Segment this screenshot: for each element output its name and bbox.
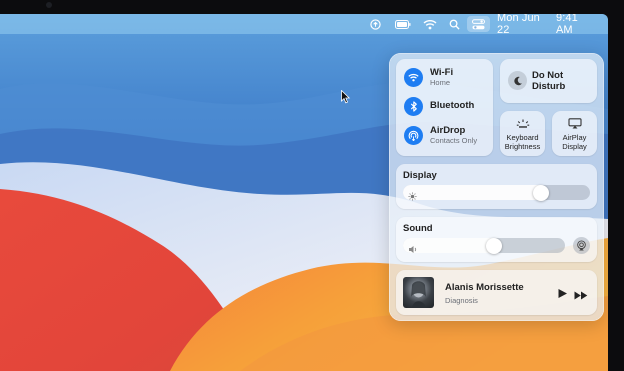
bluetooth-toggle[interactable]: Bluetooth bbox=[404, 97, 474, 116]
album-art bbox=[403, 277, 434, 308]
display-brightness-slider[interactable] bbox=[403, 184, 590, 201]
now-playing-tile[interactable]: Alanis Morissette Diagnosis bbox=[396, 270, 597, 315]
sound-volume-slider[interactable] bbox=[403, 237, 565, 254]
track-title: Diagnosis bbox=[445, 296, 478, 305]
menubar-time[interactable]: 9:41 AM bbox=[556, 14, 596, 36]
airplay-audio-icon bbox=[577, 240, 586, 251]
display-title: Display bbox=[403, 170, 437, 181]
airplay-label-line2: Display bbox=[562, 141, 587, 151]
keyboard-brightness-icon bbox=[500, 118, 545, 128]
mouse-pointer bbox=[341, 89, 351, 109]
bluetooth-icon bbox=[404, 97, 423, 116]
wifi-icon bbox=[404, 68, 423, 88]
do-not-disturb-tile[interactable]: Do Not Disturb bbox=[500, 59, 597, 103]
dnd-label-line2: Disturb bbox=[532, 80, 566, 92]
display-tile: Display bbox=[396, 164, 597, 209]
keyboard-label-line2: Brightness bbox=[504, 141, 541, 151]
sound-tile: Sound bbox=[396, 217, 597, 262]
next-track-button[interactable] bbox=[574, 287, 588, 305]
bluetooth-label: Bluetooth bbox=[430, 100, 475, 112]
display-slider-knob[interactable] bbox=[533, 184, 550, 201]
menubar-date[interactable]: Mon Jun 22 bbox=[497, 14, 553, 36]
control-center-icon[interactable] bbox=[467, 16, 490, 32]
sound-title: Sound bbox=[403, 223, 433, 234]
camera-dot bbox=[46, 2, 52, 8]
track-artist: Alanis Morissette bbox=[445, 282, 524, 293]
airdrop-toggle[interactable]: AirDrop Contacts Only bbox=[404, 125, 478, 146]
network-tile: Wi-Fi Home Bluetooth AirDrop Contacts On… bbox=[396, 59, 493, 156]
display-slider-fill bbox=[403, 185, 542, 200]
sound-slider-knob[interactable] bbox=[485, 237, 502, 254]
airdrop-icon bbox=[404, 126, 423, 146]
play-button[interactable] bbox=[557, 286, 568, 304]
speaker-icon bbox=[408, 241, 418, 259]
play-icon bbox=[558, 289, 567, 298]
keyboard-brightness-tile[interactable]: Keyboard Brightness bbox=[500, 111, 545, 156]
moon-icon bbox=[508, 71, 527, 90]
control-center-panel: Wi-Fi Home Bluetooth AirDrop Contacts On… bbox=[389, 53, 604, 321]
upload-icon[interactable] bbox=[368, 14, 382, 34]
desktop-screen: Mon Jun 22 9:41 AM Wi-Fi Home Bluetooth … bbox=[0, 14, 608, 371]
airdrop-status: Contacts Only bbox=[430, 135, 478, 145]
wifi-status: Home bbox=[430, 77, 451, 87]
airplay-display-icon bbox=[552, 118, 597, 129]
battery-icon[interactable] bbox=[394, 14, 412, 34]
wifi-icon[interactable] bbox=[422, 14, 438, 34]
sun-icon bbox=[408, 188, 417, 206]
fast-forward-icon bbox=[574, 291, 588, 300]
menu-bar: Mon Jun 22 9:41 AM bbox=[0, 14, 608, 36]
search-icon[interactable] bbox=[447, 14, 461, 34]
airplay-display-tile[interactable]: AirPlay Display bbox=[552, 111, 597, 156]
wifi-toggle[interactable]: Wi-Fi Home bbox=[404, 67, 453, 88]
airplay-audio-button[interactable] bbox=[573, 237, 590, 254]
